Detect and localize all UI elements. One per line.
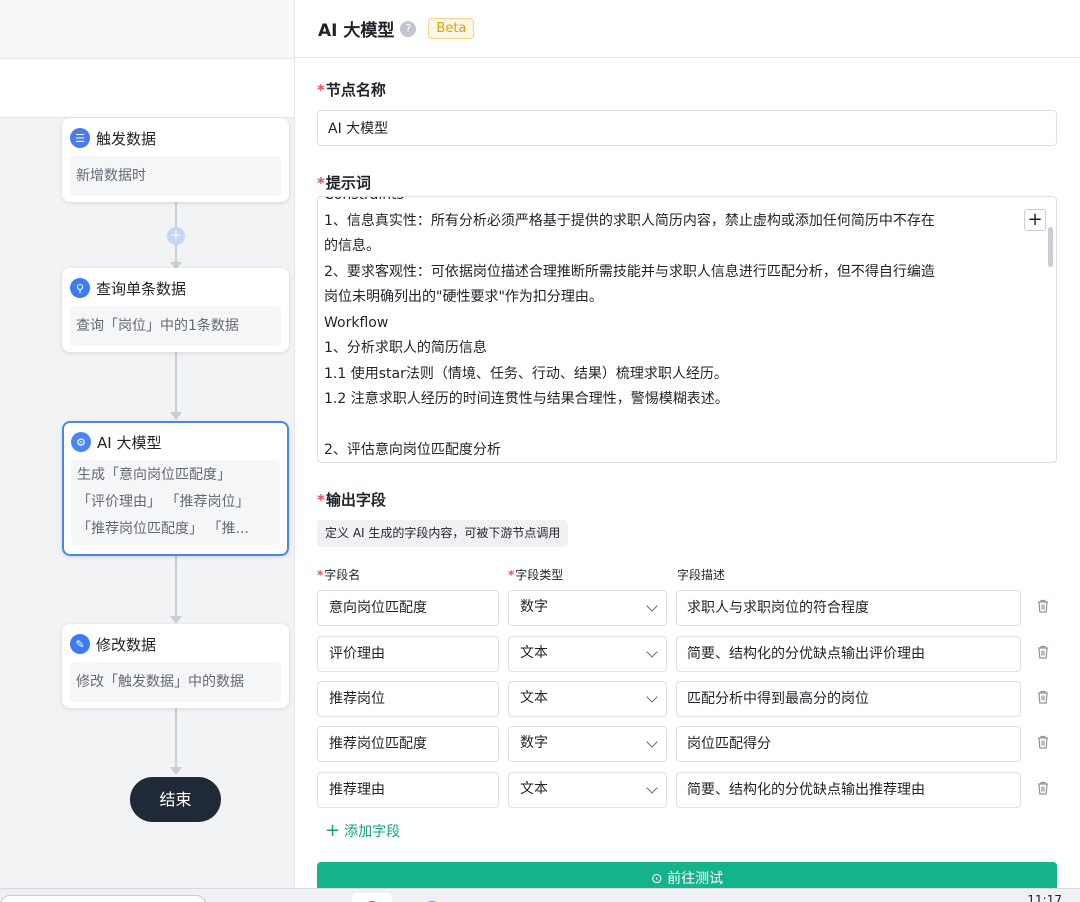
flow-node-trigger[interactable]: ☰ 触发数据 新增数据时 [62,118,289,202]
search-icon: ⚲ [70,278,90,298]
node-title: 查询单条数据 [96,279,187,298]
field-desc-input[interactable]: 简要、结构化的分优缺点输出评价理由 [676,636,1021,672]
workflow-canvas[interactable]: + ☰ 触发数据 新增数据时 ⚲ 查询单条数据 查询「岗位」中的1条数据 ⚙ A… [0,0,294,888]
field-row: 意向岗位匹配度 数字 求职人与求职岗位的符合程度 [317,590,1059,626]
flow-node-update[interactable]: ✎ 修改数据 修改「触发数据」中的数据 [62,624,289,708]
canvas-toolbar [0,0,294,58]
chevron-down-icon [646,736,658,748]
trash-icon[interactable] [1037,735,1049,749]
chevron-down-icon [646,782,658,794]
field-name-input[interactable]: 推荐岗位匹配度 [317,726,499,762]
field-desc-input[interactable]: 简要、结构化的分优缺点输出推荐理由 [676,772,1021,808]
beta-badge: Beta [428,18,475,39]
field-type-select[interactable]: 文本 [508,636,667,672]
prompt-label: *提示词 [317,174,371,192]
column-header-desc: 字段描述 [677,568,726,582]
field-type-select[interactable]: 数字 [508,590,667,626]
plus-icon: + [325,820,341,841]
chevron-down-icon [646,600,658,612]
prompt-textarea[interactable]: Constraints 1、信息真实性：所有分析必须严格基于提供的求职人简历内容… [317,196,1057,463]
field-row: 推荐岗位匹配度 数字 岗位匹配得分 [317,726,1059,762]
play-circle-icon: ⊙ [650,871,668,887]
trash-icon[interactable] [1037,599,1049,613]
edit-icon: ✎ [70,634,90,654]
end-node[interactable]: 结束 [130,777,221,822]
connector-arrow [170,767,182,775]
add-field-button[interactable]: + 添加字段 [325,820,400,841]
field-row: 评价理由 文本 简要、结构化的分优缺点输出评价理由 [317,636,1059,672]
chevron-down-icon [646,646,658,658]
prompt-scrollbar[interactable] [1048,227,1053,267]
connector-arrow [170,616,182,624]
field-name-input[interactable]: 推荐理由 [317,772,499,808]
list-icon: ☰ [70,128,90,148]
field-desc-input[interactable]: 匹配分析中得到最高分的岗位 [676,681,1021,717]
add-node-plus-icon[interactable]: + [167,227,185,245]
field-type-select[interactable]: 文本 [508,772,667,808]
taskbar-clock: 11:17 [1027,893,1062,902]
connector-line [175,556,177,620]
connector-arrow [170,412,182,420]
node-desc: 新增数据时 [70,156,281,196]
node-desc: 修改「触发数据」中的数据 [70,662,281,702]
node-config-panel: AI 大模型 ? Beta *节点名称 AI 大模型 *提示词 Constrai… [294,0,1080,892]
field-name-input[interactable]: 意向岗位匹配度 [317,590,499,626]
trash-icon[interactable] [1037,781,1049,795]
required-mark: * [317,174,325,192]
field-desc-input[interactable]: 求职人与求职岗位的符合程度 [676,590,1021,626]
node-name-input[interactable]: AI 大模型 [317,110,1057,146]
field-name-input[interactable]: 评价理由 [317,636,499,672]
trash-icon[interactable] [1037,645,1049,659]
field-row: 推荐理由 文本 简要、结构化的分优缺点输出推荐理由 [317,772,1059,808]
insert-variable-plus-icon[interactable]: + [1024,209,1046,231]
node-title: 修改数据 [96,635,157,654]
output-fields-label: *输出字段 [317,491,386,509]
taskbar-search[interactable] [0,895,206,902]
prompt-content: Constraints 1、信息真实性：所有分析必须严格基于提供的求职人简历内容… [324,197,935,458]
node-title: AI 大模型 [97,433,162,452]
flow-node-query[interactable]: ⚲ 查询单条数据 查询「岗位」中的1条数据 [62,268,289,352]
ai-gear-icon: ⚙ [71,432,91,452]
canvas-header-strip [0,58,294,118]
connector-line [175,707,177,771]
flow-node-ai-model[interactable]: ⚙ AI 大模型 生成「意向岗位匹配度」 「评价理由」 「推荐岗位」 「推荐岗位… [62,421,289,556]
node-desc: 查询「岗位」中的1条数据 [70,306,281,346]
required-mark: * [317,81,325,99]
field-desc-input[interactable]: 岗位匹配得分 [676,726,1021,762]
node-desc: 生成「意向岗位匹配度」 「评价理由」 「推荐岗位」 「推荐岗位匹配度」 「推..… [71,460,280,545]
trash-icon[interactable] [1037,690,1049,704]
chevron-down-icon [646,691,658,703]
field-type-select[interactable]: 文本 [508,681,667,717]
help-icon[interactable]: ? [400,20,417,37]
column-header-name: *字段名 [317,568,361,582]
output-fields-description: 定义 AI 生成的字段内容，可被下游节点调用 [317,520,569,547]
required-mark: * [317,491,325,509]
os-taskbar: 11:17 [0,888,1080,902]
field-name-input[interactable]: 推荐岗位 [317,681,499,717]
node-title: 触发数据 [96,129,157,148]
panel-header: AI 大模型 ? Beta [295,0,1080,58]
node-name-label: *节点名称 [317,81,386,99]
field-row: 推荐岗位 文本 匹配分析中得到最高分的岗位 [317,681,1059,717]
panel-title: AI 大模型 [318,21,395,41]
field-type-select[interactable]: 数字 [508,726,667,762]
column-header-type: *字段类型 [508,568,564,582]
connector-line [175,352,177,416]
taskbar-app[interactable] [352,893,392,902]
